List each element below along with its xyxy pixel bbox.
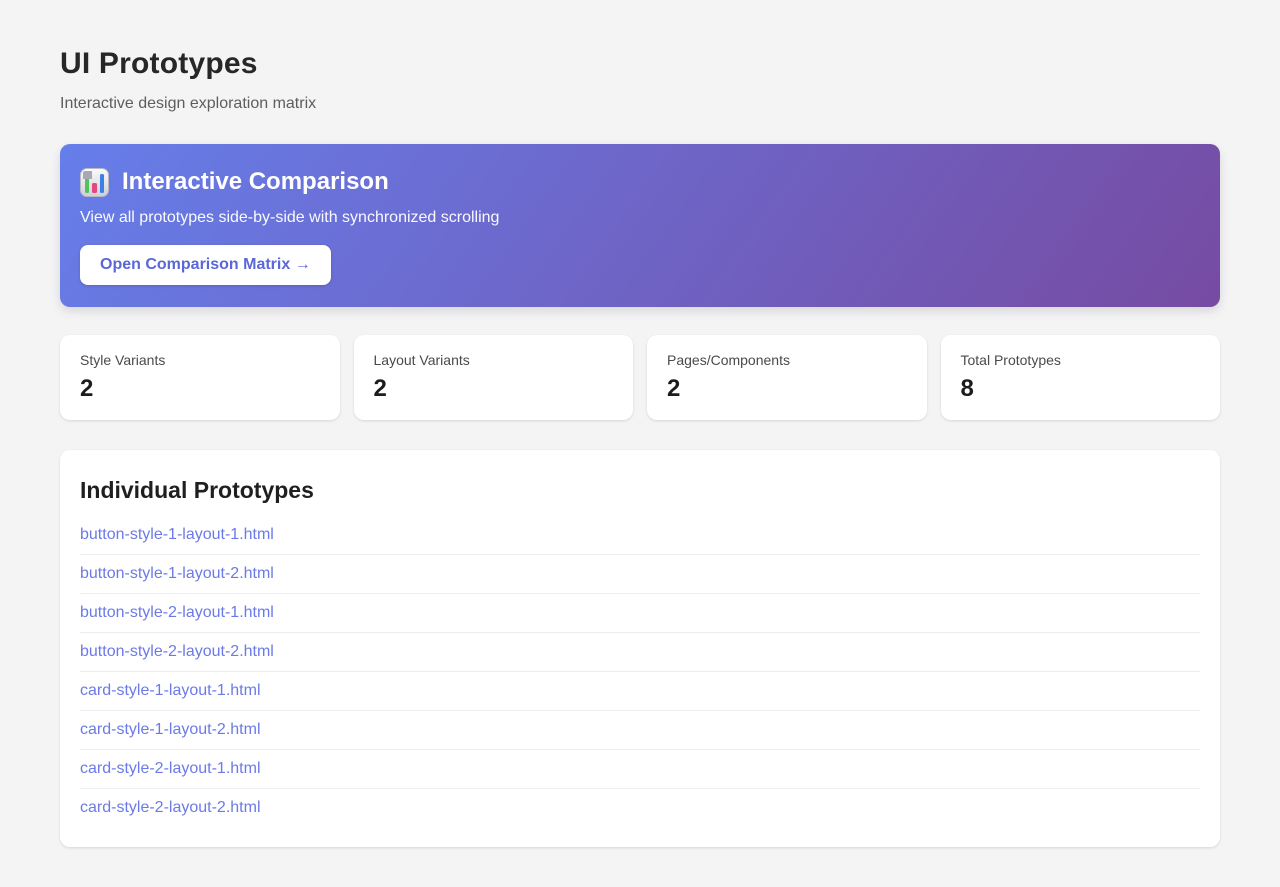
stat-card-style-variants: Style Variants 2: [60, 335, 340, 420]
page-title: UI Prototypes: [60, 47, 258, 80]
prototype-list: button-style-1-layout-1.html button-styl…: [80, 516, 1200, 827]
prototype-link[interactable]: card-style-1-layout-2.html: [80, 721, 261, 738]
stat-card-layout-variants: Layout Variants 2: [353, 335, 633, 420]
bar-chart-icon: [80, 167, 109, 197]
stat-label: Layout Variants: [373, 352, 470, 368]
page-subtitle: Interactive design exploration matrix: [60, 95, 317, 112]
stat-value: 2: [373, 375, 387, 402]
list-item: button-style-1-layout-2.html: [80, 555, 1200, 594]
list-item: card-style-1-layout-1.html: [80, 672, 1200, 711]
list-item: button-style-2-layout-2.html: [80, 633, 1200, 672]
stat-label: Style Variants: [80, 352, 166, 368]
prototype-link[interactable]: card-style-1-layout-1.html: [80, 682, 261, 699]
banner-title-row: Interactive Comparison: [80, 167, 1200, 197]
stat-label: Pages/Components: [667, 352, 790, 368]
prototype-link[interactable]: button-style-1-layout-2.html: [80, 565, 274, 582]
list-item: card-style-2-layout-1.html: [80, 750, 1200, 789]
comparison-banner: Interactive Comparison View all prototyp…: [60, 144, 1220, 307]
prototype-link[interactable]: button-style-2-layout-2.html: [80, 643, 274, 660]
stat-value: 2: [667, 375, 681, 402]
stat-card-pages-components: Pages/Components 2: [647, 335, 927, 420]
individual-prototypes-card: Individual Prototypes button-style-1-lay…: [60, 450, 1220, 847]
stat-label: Total Prototypes: [960, 352, 1061, 368]
page-container: UI Prototypes Interactive design explora…: [60, 0, 1220, 887]
prototype-link[interactable]: card-style-2-layout-2.html: [80, 799, 261, 816]
banner-description: View all prototypes side-by-side with sy…: [80, 209, 500, 226]
prototype-link[interactable]: button-style-2-layout-1.html: [80, 604, 274, 621]
stat-value: 2: [80, 375, 94, 402]
stat-value: 8: [960, 375, 974, 402]
list-item: card-style-1-layout-2.html: [80, 711, 1200, 750]
banner-title: Interactive Comparison: [122, 168, 389, 195]
individual-prototypes-heading: Individual Prototypes: [80, 477, 314, 503]
prototype-link[interactable]: card-style-2-layout-1.html: [80, 760, 261, 777]
prototype-link[interactable]: button-style-1-layout-1.html: [80, 526, 274, 543]
list-item: button-style-1-layout-1.html: [80, 516, 1200, 555]
open-comparison-matrix-button[interactable]: Open Comparison Matrix →: [80, 245, 331, 285]
stats-row: Style Variants 2 Layout Variants 2 Pages…: [60, 335, 1220, 420]
list-item: card-style-2-layout-2.html: [80, 789, 1200, 827]
stat-card-total-prototypes: Total Prototypes 8: [940, 335, 1220, 420]
list-item: button-style-2-layout-1.html: [80, 594, 1200, 633]
